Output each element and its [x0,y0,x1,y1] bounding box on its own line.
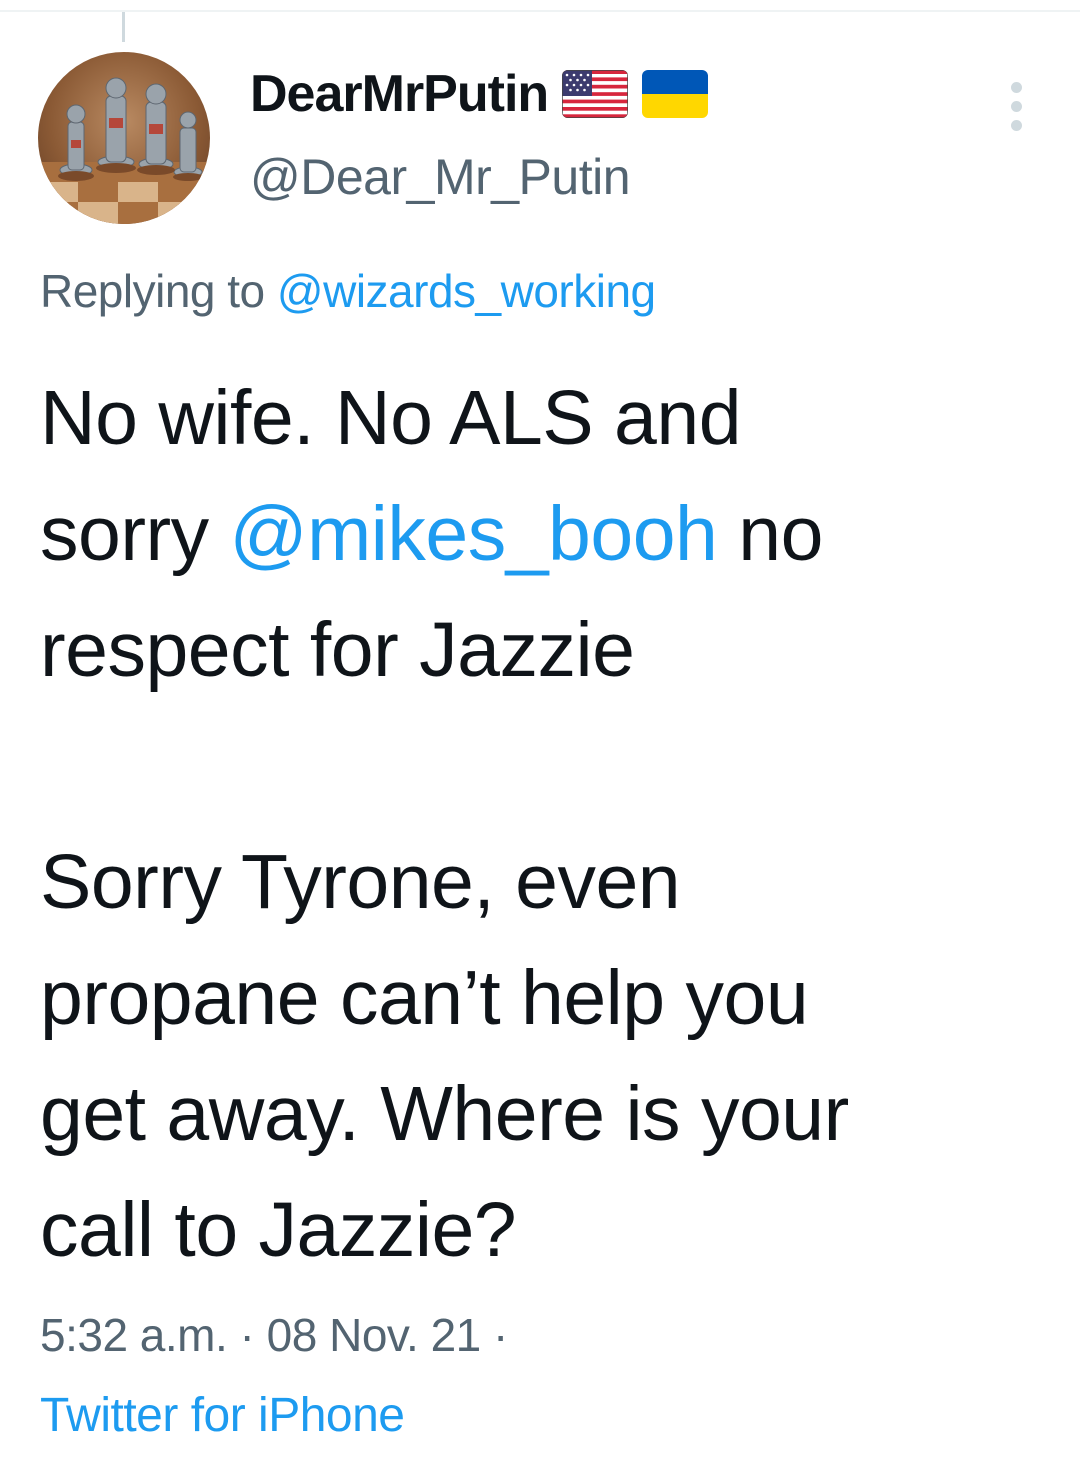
tweet-text-fragment: sorry [40,491,230,577]
name-row: DearMrPutin [250,62,1020,126]
thread-connector-line [122,12,125,42]
tweet-line: No wife. No ALS and [40,375,742,461]
meta-separator: · [227,1309,267,1361]
display-name[interactable]: DearMrPutin [250,64,549,124]
tweet-metadata: 5:32 a.m. · 08 Nov. 21 · [40,1308,508,1362]
tweet-line: call to Jazzie? [40,1187,517,1273]
tweet-line: get away. Where is your [40,1071,849,1157]
replying-to-line: Replying to @wizards_working [40,264,656,318]
tweet-header: DearMrPutin @Dear_Mr_Putin [250,62,1020,206]
tweet-time[interactable]: 5:32 a.m. [40,1309,228,1361]
tweet-line: Sorry Tyrone, even [40,839,681,925]
tweet-line: sorry @mikes_booh no [40,476,1050,592]
tweet-line: propane can’t help you [40,955,809,1041]
us-flag-icon [562,70,629,118]
avatar[interactable] [38,52,210,224]
meta-separator: · [480,1309,508,1361]
tweet-text-fragment: no [717,491,823,577]
mention-link[interactable]: @mikes_booh [230,491,718,577]
tweet-source-link[interactable]: Twitter for iPhone [40,1388,405,1443]
user-handle[interactable]: @Dear_Mr_Putin [250,148,1020,206]
more-options-icon[interactable] [1008,82,1024,131]
tweet-text: No wife. No ALS and sorry @mikes_booh no… [40,360,1050,1288]
top-divider [0,10,1080,12]
tweet-date[interactable]: 08 Nov. 21 [267,1309,482,1361]
ukraine-flag-icon [642,70,709,118]
replying-to-label: Replying to [40,265,265,317]
reply-mention-link[interactable]: @wizards_working [277,265,656,317]
tweet-line: respect for Jazzie [40,607,635,693]
chess-pieces-avatar-icon [38,77,210,224]
